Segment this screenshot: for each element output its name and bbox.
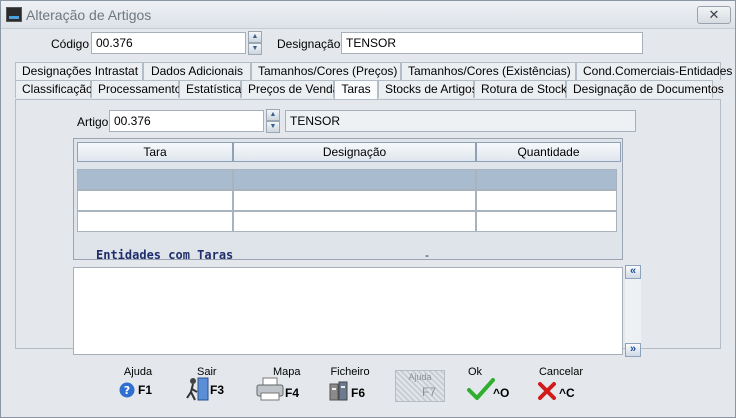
tab-stocks-de-artigos[interactable]: Stocks de Artigos (378, 80, 478, 98)
title-bar[interactable]: Alteração de Artigos ✕ (1, 1, 735, 29)
chevron-down-icon[interactable]: ▼ (248, 43, 262, 55)
tab-tamanhos-cores-existencias[interactable]: Tamanhos/Cores (Existências) (401, 62, 576, 80)
chevron-up-icon[interactable]: ▲ (266, 109, 280, 121)
designacao-label: Designação (277, 37, 341, 51)
ok-button-caption: Ok (468, 366, 483, 378)
help-f7-button-caption: Ajuda (408, 372, 432, 382)
entidades-scrollbar[interactable]: « » (625, 265, 641, 357)
artigo-spinner[interactable]: ▲ ▼ (266, 109, 280, 133)
artigo-description: TENSOR (285, 110, 636, 132)
table-row[interactable] (77, 190, 619, 211)
tab-classificacao[interactable]: Classificação (15, 80, 93, 98)
tab-cond-comerciais-entidades[interactable]: Cond.Comerciais-Entidades (576, 62, 732, 80)
designacao-input[interactable]: TENSOR (341, 32, 643, 54)
tab-designacoes-intrastat[interactable]: Designações Intrastat (15, 62, 143, 80)
grid-body (77, 169, 619, 232)
scroll-up-icon[interactable]: « (625, 265, 641, 279)
tab-taras[interactable]: Taras (334, 80, 378, 99)
ok-button[interactable]: Ok ^O (465, 366, 515, 406)
close-button[interactable]: ✕ (697, 6, 731, 24)
help-icon: ? (119, 382, 135, 398)
cancel-button-key: ^C (559, 386, 575, 400)
codigo-input[interactable]: 00.376 (91, 32, 246, 54)
table-cell[interactable] (476, 211, 617, 232)
chevron-down-icon[interactable]: ▼ (266, 121, 280, 133)
tab-rotura-de-stocks[interactable]: Rotura de Stocks (474, 80, 573, 98)
tab-row-2: Classificação Processamento Estatística … (15, 80, 724, 99)
table-cell[interactable] (77, 190, 233, 211)
ok-button-key: ^O (493, 386, 510, 400)
artigo-label: Artigo (77, 115, 109, 129)
codigo-spinner[interactable]: ▲ ▼ (248, 31, 262, 55)
window-title: Alteração de Artigos (26, 7, 152, 23)
column-header-quantidade[interactable]: Quantidade (476, 142, 621, 162)
file-button-key: F6 (351, 386, 366, 400)
table-cell[interactable] (476, 169, 617, 190)
check-icon (467, 378, 495, 400)
grid-header: Tara Designação Quantidade (77, 142, 621, 162)
exit-button-key: F3 (210, 383, 225, 397)
tab-estatistica[interactable]: Estatística (179, 80, 241, 98)
chevron-up-icon[interactable]: ▲ (248, 31, 262, 43)
help-button-caption: Ajuda (123, 366, 153, 378)
file-button[interactable]: Ficheiro F6 (327, 366, 373, 406)
tab-designacao-de-documentos[interactable]: Designação de Documentos (566, 80, 724, 98)
help-button-key: F1 (138, 383, 153, 397)
codigo-label: Código (51, 37, 90, 51)
svg-text:?: ? (124, 384, 130, 397)
tab-dados-adicionais[interactable]: Dados Adicionais (143, 62, 251, 80)
map-button-key: F4 (285, 386, 300, 400)
cancel-button-caption: Cancelar (538, 366, 584, 378)
printer-icon (256, 377, 284, 401)
cancel-button[interactable]: Cancelar ^C (533, 366, 589, 406)
entidades-title: Entidades com Taras (96, 248, 234, 262)
exit-button[interactable]: Sair F3 (181, 366, 233, 406)
table-cell[interactable] (476, 190, 617, 211)
table-row[interactable] (77, 169, 619, 190)
file-icon (329, 381, 348, 401)
tab-tamanhos-cores-precos[interactable]: Tamanhos/Cores (Preços) (251, 62, 401, 80)
exit-icon (186, 377, 209, 401)
tab-row-1: Designações Intrastat Dados Adicionais T… (15, 62, 732, 80)
taras-grid[interactable]: Tara Designação Quantidade (73, 138, 623, 260)
help-f7-button-key: F7 (422, 385, 437, 399)
artigo-input[interactable]: 00.376 (109, 110, 264, 132)
column-header-tara[interactable]: Tara (77, 142, 233, 162)
scroll-down-icon[interactable]: » (625, 343, 641, 357)
main-window: Alteração de Artigos ✕ Código 00.376 ▲ ▼… (0, 0, 736, 418)
help-button[interactable]: Ajuda ? F1 (115, 366, 161, 406)
table-cell[interactable] (233, 190, 476, 211)
tab-precos-de-venda[interactable]: Preços de Venda (241, 80, 339, 98)
entidades-separator: - (425, 248, 429, 262)
help-f7-button[interactable]: Ajuda F7 (395, 370, 445, 402)
map-button[interactable]: Mapa F4 (253, 366, 303, 406)
table-cell[interactable] (77, 169, 233, 190)
tab-processamento[interactable]: Processamento (91, 80, 181, 98)
app-icon (6, 7, 22, 22)
cancel-icon (538, 382, 556, 400)
form-area: Código 00.376 ▲ ▼ Designação TENSOR Desi… (1, 29, 735, 417)
entidades-memo[interactable] (73, 267, 623, 355)
table-cell[interactable] (77, 211, 233, 232)
column-header-designacao[interactable]: Designação (233, 142, 476, 162)
table-cell[interactable] (233, 211, 476, 232)
table-cell[interactable] (233, 169, 476, 190)
table-row[interactable] (77, 211, 619, 232)
file-button-caption: Ficheiro (330, 366, 370, 378)
